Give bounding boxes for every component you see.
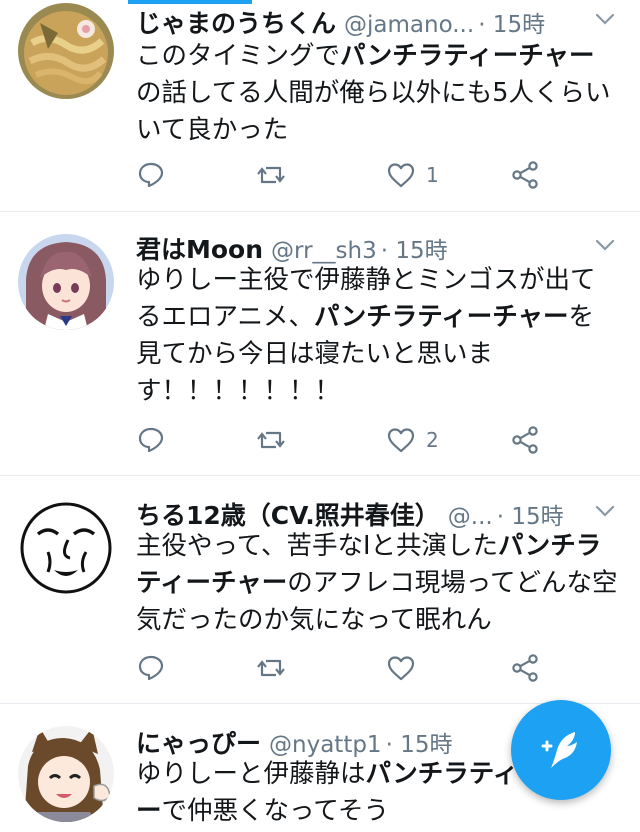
retweet-icon [257, 166, 285, 184]
retweet-icon [257, 659, 285, 677]
reply-icon [138, 162, 164, 188]
retweet-button[interactable] [256, 158, 296, 192]
tweet-actions [136, 651, 560, 685]
retweet-button[interactable] [256, 423, 296, 457]
display-name[interactable]: にゃっぴー [136, 724, 261, 760]
share-button[interactable] [510, 423, 540, 457]
face-drawing-avatar[interactable] [18, 500, 114, 596]
retweet-button[interactable] [256, 651, 296, 685]
anime-catgirl-avatar[interactable] [18, 726, 114, 822]
tweet-card[interactable]: じゃまのうちくん @jamano... · 15時 このタイミングでパンチラティ… [0, 0, 640, 212]
user-handle: @rr__sh3 [271, 238, 377, 264]
like-button[interactable] [386, 651, 426, 685]
chevron-down-icon[interactable] [594, 500, 616, 522]
tweet-text: 主役やって、苦手なIと共演したパンチラティーチャーのアフレコ現場ってどんな空気だ… [136, 531, 618, 635]
display-name[interactable]: 君はMoon [136, 230, 263, 266]
anime-girl-avatar[interactable] [18, 234, 114, 330]
tweet-actions: 1 [136, 158, 560, 192]
heart-icon [387, 163, 415, 188]
display-name[interactable]: じゃまのうちくん [136, 4, 336, 40]
retweet-icon [257, 431, 285, 449]
reply-icon [138, 655, 164, 681]
heart-icon [387, 656, 415, 681]
timestamp[interactable]: · 15時 [478, 5, 545, 39]
share-icon [512, 426, 538, 454]
highlighted-keyword: パンチラティーチャー [314, 302, 569, 332]
timestamp[interactable]: · 15時 [381, 231, 448, 265]
chevron-down-icon[interactable] [594, 8, 616, 30]
tweet-text: ゆりしー主役で伊藤静とミンゴスが出てるエロアニメ、パンチラティーチャーを見てから… [136, 265, 596, 406]
share-icon [512, 161, 538, 189]
compose-feather-icon [541, 732, 577, 768]
user-handle: @jamano... [344, 12, 475, 38]
timestamp[interactable]: · 15時 [497, 497, 564, 531]
chevron-down-icon[interactable] [594, 234, 616, 256]
tweet-text: このタイミングでパンチラティーチャーの話してる人間が俺ら以外にも5人くらいいて良… [136, 41, 611, 145]
user-handle: @... [447, 504, 493, 530]
timestamp[interactable]: · 15時 [386, 725, 453, 759]
reply-icon [138, 427, 164, 453]
reply-button[interactable] [136, 158, 176, 192]
share-button[interactable] [510, 158, 540, 192]
tweet-actions: 2 [136, 423, 560, 457]
like-button[interactable]: 1 [386, 158, 439, 192]
tweet-header: ちる12歳（CV.照井春佳） @... · 15時 [136, 496, 620, 532]
reply-button[interactable] [136, 651, 176, 685]
tweet-header: じゃまのうちくん @jamano... · 15時 [136, 4, 620, 40]
tweet-card[interactable]: ちる12歳（CV.照井春佳） @... · 15時 主役やって、苦手なIと共演し… [0, 476, 640, 704]
highlighted-keyword: パンチラティーチャー [340, 41, 595, 71]
like-button[interactable]: 2 [386, 423, 439, 457]
share-icon [512, 654, 538, 682]
share-button[interactable] [510, 651, 540, 685]
tweet-header: 君はMoon @rr__sh3 · 15時 [136, 230, 620, 266]
display-name[interactable]: ちる12歳（CV.照井春佳） [136, 496, 440, 532]
reply-button[interactable] [136, 423, 176, 457]
food-bowl-avatar[interactable] [18, 3, 114, 99]
user-handle: @nyattp1 [269, 732, 382, 758]
tweet-card[interactable]: 君はMoon @rr__sh3 · 15時 ゆりしー主役で伊藤静とミンゴスが出て… [0, 212, 640, 476]
compose-tweet-button[interactable] [511, 700, 611, 800]
heart-icon [387, 428, 415, 453]
